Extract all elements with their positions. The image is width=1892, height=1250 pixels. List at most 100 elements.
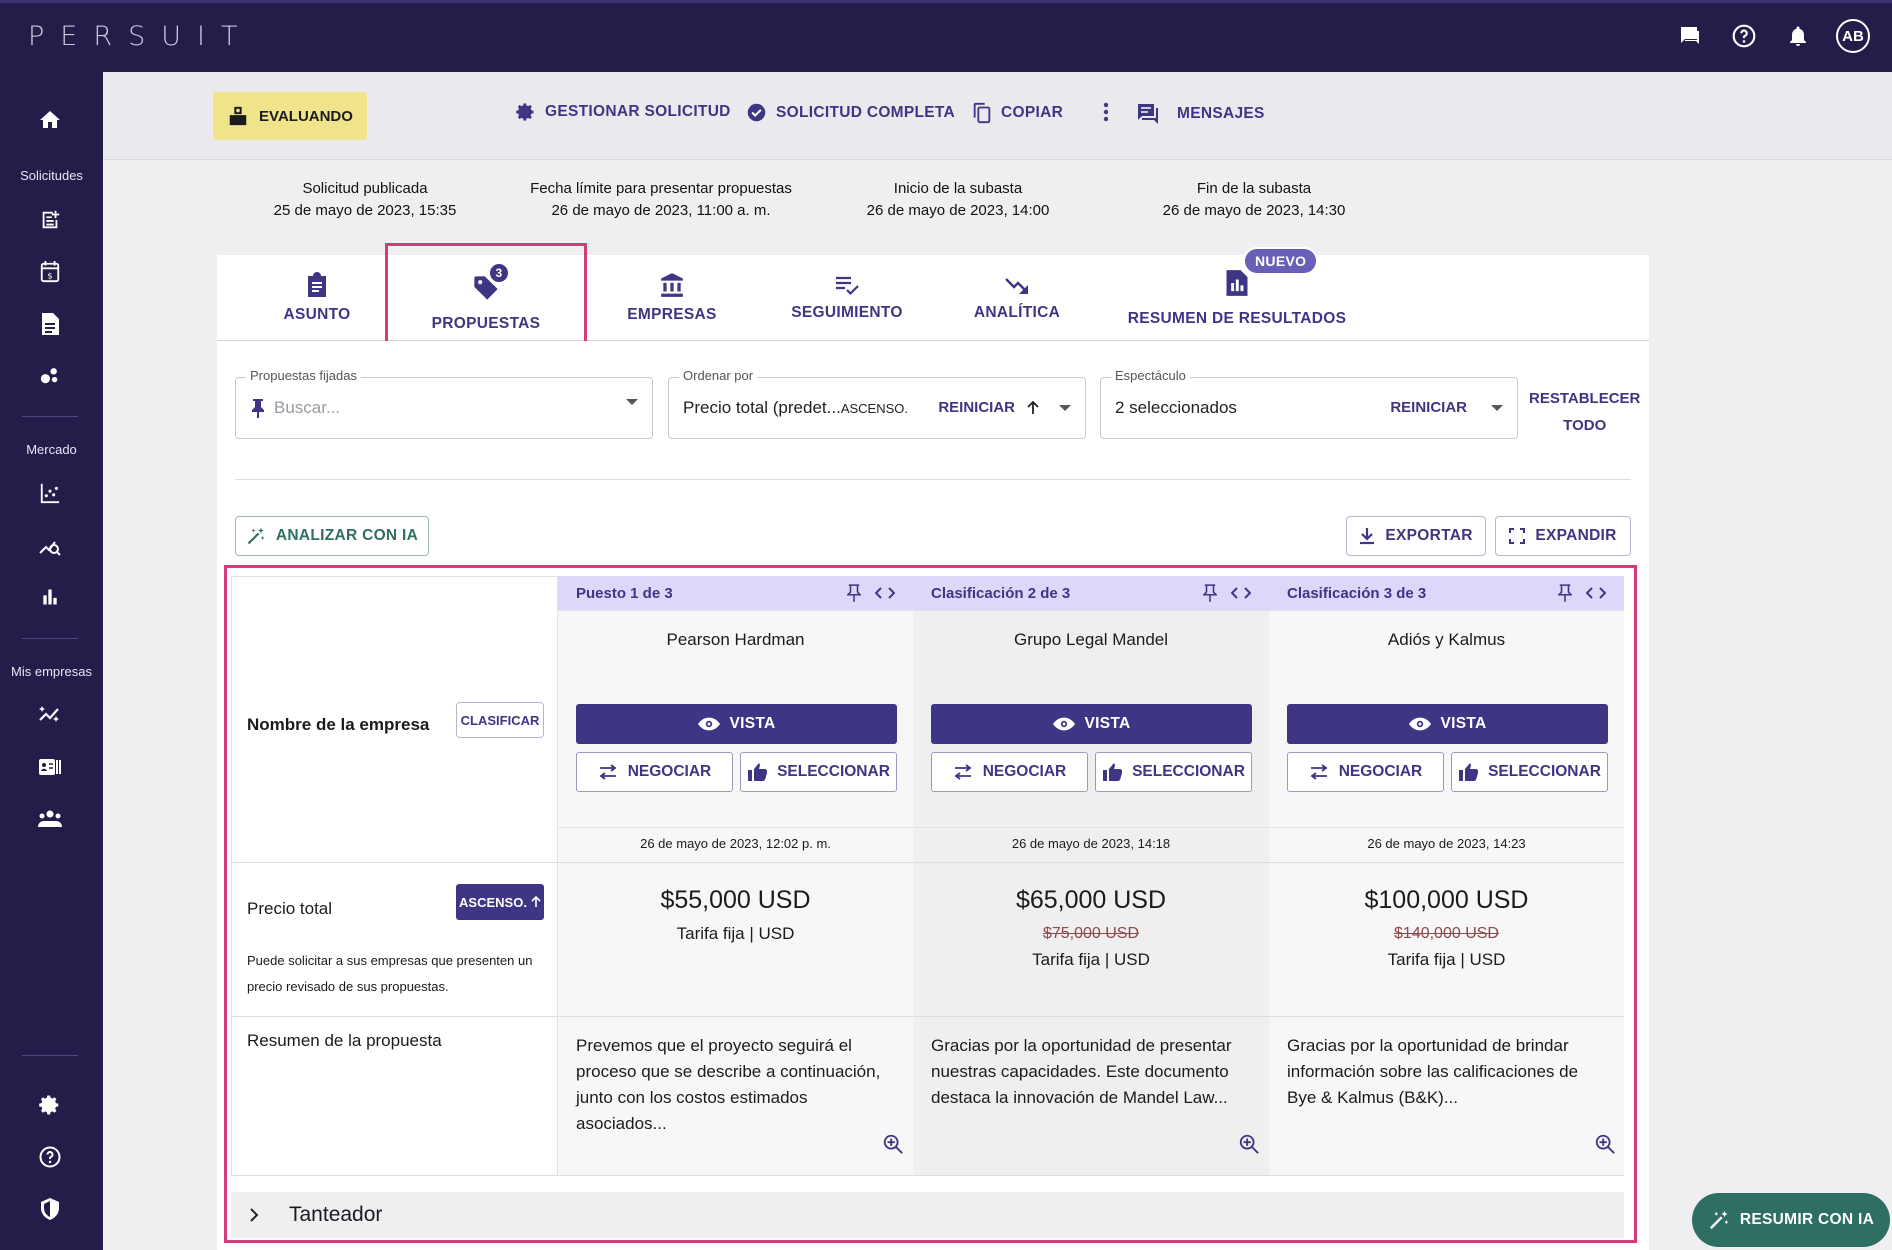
sidebar-divider (22, 416, 78, 417)
reset-all-button[interactable]: RESTABLECER TODO (1529, 385, 1640, 439)
zoom-in-icon[interactable] (1594, 1133, 1616, 1155)
show-reset-button[interactable]: REINICIAR (1390, 399, 1467, 416)
previous-price: $140,000 USD (1394, 925, 1499, 942)
analyze-ai-button[interactable]: ANALIZAR CON IA (235, 516, 429, 556)
bar-chart-icon[interactable] (35, 582, 65, 612)
top-bar: PERSUIT AB (0, 0, 1892, 72)
more-options-button[interactable] (1103, 102, 1109, 122)
view-label: VISTA (1440, 715, 1487, 732)
view-label: VISTA (729, 715, 776, 732)
help-circle-icon[interactable] (35, 1142, 65, 1172)
negotiate-label: NEGOCIAR (627, 763, 712, 780)
select-button[interactable]: SELECCIONAR (1095, 752, 1252, 792)
messages-button[interactable]: MENSAJES (1136, 102, 1265, 126)
rank-label: Clasificación 3 de 3 (1287, 584, 1427, 602)
arrow-up-icon[interactable] (1027, 400, 1039, 415)
price-sort-button[interactable]: ASCENSO. (456, 884, 544, 920)
home-icon[interactable] (35, 105, 65, 135)
select-button[interactable]: SELECCIONAR (1451, 752, 1608, 792)
copy-icon (973, 102, 991, 124)
view-button[interactable]: VISTA (1287, 704, 1608, 744)
scoreboard-section[interactable]: Tanteador (231, 1192, 1624, 1238)
rank-button[interactable]: CLASIFICAR (456, 702, 544, 738)
messages-label: MENSAJES (1177, 105, 1265, 122)
select-button[interactable]: SELECCIONAR (740, 752, 897, 792)
row-divider (231, 1175, 1624, 1176)
help-icon[interactable] (1728, 20, 1760, 52)
security-shield-icon[interactable] (35, 1194, 65, 1224)
zoom-in-icon[interactable] (882, 1133, 904, 1155)
tab-empresas[interactable]: EMPRESAS (607, 255, 737, 341)
row-label-company: Nombre de la empresa (247, 715, 430, 734)
date-value: 26 de mayo de 2023, 14:00 (866, 202, 1050, 219)
export-button[interactable]: EXPORTAR (1346, 516, 1486, 556)
expand-label: EXPANDIR (1535, 527, 1617, 544)
row-label-price: Precio total (247, 899, 333, 918)
sidebar-section-empresas: Mis empresas (11, 664, 92, 679)
bell-icon[interactable] (1782, 20, 1814, 52)
tab-analitica[interactable]: ANALÍTICA (957, 255, 1077, 341)
proposal-summary: Gracias por la oportunidad de presentar … (931, 1036, 1232, 1107)
manage-request-button[interactable]: GESTIONAR SOLICITUD (516, 102, 731, 122)
document-icon[interactable] (35, 309, 65, 339)
contact-card-icon[interactable] (35, 752, 65, 782)
pin-icon (252, 399, 264, 418)
market-search-icon[interactable] (35, 530, 65, 560)
analyze-ai-label: ANALIZAR CON IA (275, 527, 419, 544)
row-divider (231, 862, 1624, 863)
field-label: Ordenar por (679, 368, 758, 383)
reorder-arrows-icon[interactable] (1586, 586, 1606, 600)
swap-arrows-icon (599, 764, 617, 780)
total-price: $55,000 USD (660, 886, 811, 914)
settings-gear-icon[interactable] (35, 1090, 65, 1120)
pinned-proposals-select[interactable]: Propuestas fijadas Buscar... (235, 368, 653, 439)
thumbs-up-icon (748, 763, 768, 781)
date-deadline: Fecha límite para presentar propuestas 2… (511, 178, 811, 222)
proposal-rank-header: Puesto 1 de 3 (558, 576, 913, 610)
negotiate-button[interactable]: NEGOCIAR (576, 752, 733, 792)
billing-calendar-icon[interactable]: $ (35, 257, 65, 287)
swap-arrows-icon (1310, 764, 1328, 780)
tab-propuestas[interactable]: 3 PROPUESTAS (385, 243, 587, 353)
reset-all-line: RESTABLECER (1529, 390, 1641, 407)
reorder-arrows-icon[interactable] (875, 586, 895, 600)
check-circle-icon (747, 103, 766, 122)
show-columns-select[interactable]: Espectáculo 2 seleccionados REINICIAR (1100, 368, 1518, 439)
gear-icon (516, 103, 534, 121)
tab-asunto[interactable]: ASUNTO (257, 255, 377, 341)
copy-button[interactable]: COPIAR (972, 102, 1063, 124)
analytics-sparkle-icon[interactable] (35, 700, 65, 730)
zoom-in-icon[interactable] (1238, 1133, 1260, 1155)
negotiate-label: NEGOCIAR (1338, 763, 1423, 780)
chat-icon[interactable] (1674, 20, 1706, 52)
negotiate-button[interactable]: NEGOCIAR (931, 752, 1088, 792)
expand-button[interactable]: EXPANDIR (1495, 516, 1631, 556)
pin-icon[interactable] (847, 583, 861, 603)
pin-icon[interactable] (1558, 583, 1572, 603)
negotiate-button[interactable]: NEGOCIAR (1287, 752, 1444, 792)
groups-icon[interactable] (35, 804, 65, 834)
scatter-chart-icon[interactable] (35, 478, 65, 508)
arrow-up-icon (531, 896, 541, 907)
bubbles-icon[interactable] (35, 360, 65, 390)
proposal-summary: Gracias por la oportunidad de brindar in… (1287, 1036, 1579, 1107)
summarize-ai-button[interactable]: RESUMIR CON IA (1692, 1193, 1890, 1247)
view-button[interactable]: VISTA (931, 704, 1252, 744)
view-button[interactable]: VISTA (576, 704, 897, 744)
sort-by-select[interactable]: Ordenar por Precio total (predet... ASCE… (668, 368, 1086, 439)
sort-reset-button[interactable]: REINICIAR (938, 399, 1015, 416)
proposal-rank-header: Clasificación 3 de 3 (1269, 576, 1624, 610)
tab-seguimiento[interactable]: SEGUIMIENTO (767, 255, 927, 341)
user-avatar[interactable]: AB (1836, 19, 1870, 53)
company-name: Adiós y Kalmus (1387, 630, 1506, 649)
reorder-arrows-icon[interactable] (1231, 586, 1251, 600)
tab-resumen-resultados[interactable]: NUEVO RESUMEN DE RESULTADOS (1127, 246, 1347, 341)
pin-icon[interactable] (1203, 583, 1217, 603)
date-label: Solicitud publicada (302, 180, 428, 197)
complete-request-button[interactable]: SOLICITUD COMPLETA (746, 102, 955, 123)
thumbs-up-icon (1103, 763, 1123, 781)
more-vertical-icon (1103, 102, 1109, 122)
app-logo[interactable]: PERSUIT (28, 21, 253, 52)
new-request-icon[interactable] (35, 205, 65, 235)
date-value: 25 de mayo de 2023, 15:35 (273, 202, 457, 219)
